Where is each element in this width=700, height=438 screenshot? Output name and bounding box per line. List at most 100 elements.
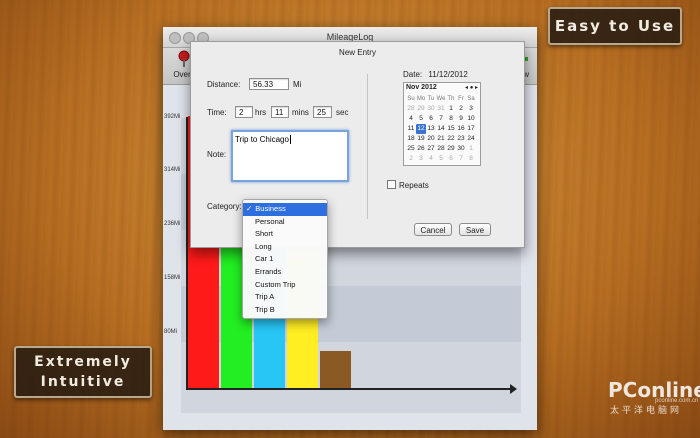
note-textarea[interactable]: Trip to Chicago — [231, 130, 349, 182]
distance-label: Distance: — [207, 80, 241, 89]
minutes-field[interactable]: 11 — [271, 106, 289, 118]
calendar-day[interactable]: 28 — [406, 104, 416, 114]
calendar-day[interactable]: 13 — [426, 124, 436, 134]
calendar-weekday-label: Tu — [427, 96, 435, 102]
calendar-day[interactable]: 23 — [456, 134, 466, 144]
calendar-day[interactable]: 31 — [436, 104, 446, 114]
cancel-button[interactable]: Cancel — [414, 223, 452, 236]
distance-field[interactable]: 56.33 — [249, 78, 289, 90]
category-menu-item[interactable]: ✓ Business — [243, 203, 327, 216]
seconds-unit: sec — [336, 108, 349, 117]
repeats-checkbox[interactable] — [387, 180, 396, 189]
calendar-weekday-label: Fr — [458, 96, 464, 102]
calendar-day[interactable]: 2 — [456, 104, 466, 114]
category-menu-item[interactable]: Trip B — [243, 304, 327, 317]
calendar-day[interactable]: 29 — [416, 104, 426, 114]
calendar-day[interactable]: 8 — [466, 154, 476, 164]
calendar-day[interactable]: 8 — [446, 114, 456, 124]
calendar-day[interactable]: 26 — [416, 144, 426, 154]
calendar-day[interactable]: 16 — [456, 124, 466, 134]
category-menu-item[interactable]: Personal — [243, 216, 327, 229]
y-tick-label: 236Mi — [164, 221, 181, 227]
calendar-nav-arrows[interactable]: ◂ ● ▸ — [465, 84, 478, 91]
hours-unit: hrs — [255, 108, 267, 117]
calendar-day[interactable]: 6 — [426, 114, 436, 124]
calendar-day[interactable]: 11 — [406, 124, 416, 134]
calendar-day[interactable]: 17 — [466, 124, 476, 134]
calendar-day[interactable]: 3 — [466, 104, 476, 114]
calendar-day[interactable]: 24 — [466, 134, 476, 144]
calendar-day[interactable]: 4 — [426, 154, 436, 164]
calendar-day[interactable]: 2 — [406, 154, 416, 164]
x-axis — [186, 388, 514, 390]
category-menu-item-label: Car 1 — [255, 254, 274, 264]
calendar-day[interactable]: 6 — [446, 154, 456, 164]
category-menu-item-label: Short — [255, 229, 273, 239]
distance-unit: Mi — [293, 80, 302, 89]
category-menu-item-label: Trip B — [255, 304, 275, 314]
category-menu-item-label: Long — [255, 241, 272, 251]
time-label: Time: — [207, 108, 227, 117]
calendar-weekday-label: We — [436, 96, 446, 102]
calendar-weekday-label: Sa — [467, 96, 475, 102]
calendar-day[interactable]: 27 — [426, 144, 436, 154]
calendar-weekday-label: Mo — [416, 96, 426, 102]
calendar-day[interactable]: 7 — [436, 114, 446, 124]
calendar-day[interactable]: 12 — [416, 124, 426, 134]
calendar-day[interactable]: 3 — [416, 154, 426, 164]
calendar-month: Nov 2012 — [406, 84, 437, 91]
category-menu-item-label: Custom Trip — [255, 279, 296, 289]
date-label-text: Date: — [403, 70, 423, 79]
calendar-day[interactable]: 30 — [456, 144, 466, 154]
category-menu-item[interactable]: Custom Trip — [243, 279, 327, 292]
watermark-subtitle: 太平洋电脑网 — [610, 405, 683, 415]
calendar-day[interactable]: 9 — [456, 114, 466, 124]
calendar-weekday-label: Su — [407, 96, 415, 102]
date-label: Date: 11/12/2012 — [403, 70, 468, 79]
calendar-day[interactable]: 21 — [436, 134, 446, 144]
category-menu-item[interactable]: Long — [243, 241, 327, 254]
sheet-divider — [367, 74, 368, 219]
calendar-day[interactable]: 10 — [466, 114, 476, 124]
easy-to-use-text: Easy to Use — [554, 17, 676, 35]
seconds-field[interactable]: 25 — [313, 106, 332, 118]
repeats-label: Repeats — [399, 181, 429, 190]
calendar-day[interactable]: 28 — [436, 144, 446, 154]
category-menu-item[interactable]: Errands — [243, 266, 327, 279]
calendar-day[interactable]: 14 — [436, 124, 446, 134]
calendar-day[interactable]: 30 — [426, 104, 436, 114]
intuitive-line-1: Extremely — [34, 354, 132, 370]
calendar-day[interactable]: 20 — [426, 134, 436, 144]
minutes-unit: mins — [292, 108, 309, 117]
extremely-intuitive-banner: Extremely Intuitive — [14, 346, 152, 398]
category-menu-item-label: Business — [255, 204, 286, 213]
easy-to-use-banner: Easy to Use — [548, 7, 682, 45]
calendar-day[interactable]: 18 — [406, 134, 416, 144]
calendar-day[interactable]: 5 — [436, 154, 446, 164]
calendar-day[interactable]: 15 — [446, 124, 456, 134]
calendar-day[interactable]: 4 — [406, 114, 416, 124]
category-menu-item[interactable]: Short — [243, 228, 327, 241]
calendar-day[interactable]: 1 — [446, 104, 456, 114]
calendar-day[interactable]: 5 — [416, 114, 426, 124]
x-axis-arrow — [510, 384, 517, 394]
calendar-day[interactable]: 29 — [446, 144, 456, 154]
calendar-day[interactable]: 19 — [416, 134, 426, 144]
category-menu-item[interactable]: Trip A — [243, 291, 327, 304]
repeats-row: Repeats — [387, 180, 429, 190]
save-button[interactable]: Save — [459, 223, 491, 236]
calendar-day[interactable]: 22 — [446, 134, 456, 144]
date-value: 11/12/2012 — [428, 70, 468, 79]
watermark-url: pconline.com.cn — [655, 398, 699, 404]
category-dropdown-menu[interactable]: ✓ Business Personal Short Long Car 1 Errands Cu… — [242, 199, 328, 319]
calendar-day[interactable]: 25 — [406, 144, 416, 154]
category-menu-item-label: Errands — [255, 267, 282, 276]
close-window-button[interactable] — [169, 32, 181, 44]
calendar-day[interactable]: 7 — [456, 154, 466, 164]
date-picker-calendar[interactable]: Nov 2012 ◂ ● ▸ Su Mo Tu We Th Fr Sa 28 29 30 31 1 2 3… — [403, 82, 481, 166]
hours-field[interactable]: 2 — [235, 106, 253, 118]
category-menu-item[interactable]: Car 1 — [243, 253, 327, 266]
calendar-day[interactable]: 1 — [466, 144, 476, 154]
new-entry-sheet: New Entry Distance: 56.33 Mi Time: 2 hrs… — [190, 41, 525, 248]
checkmark-icon: ✓ — [246, 204, 253, 213]
